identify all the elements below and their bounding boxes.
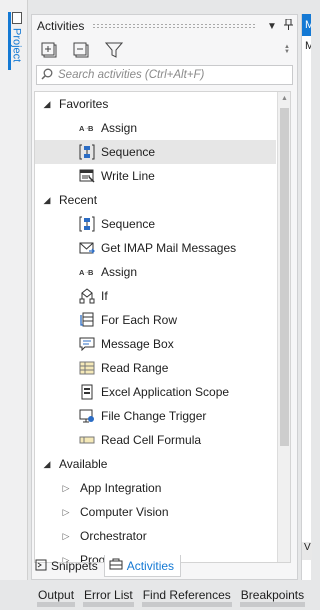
category-label: Favorites	[59, 97, 109, 111]
for-each-row-icon	[79, 312, 95, 328]
activity-sequence-recent[interactable]: Sequence	[35, 212, 290, 236]
category-label: Computer Vision	[80, 505, 169, 519]
activity-read-cell-formula[interactable]: Read Cell Formula	[35, 428, 290, 452]
activity-label: Read Range	[101, 361, 169, 375]
panel-tabs: Snippets Activities	[31, 555, 182, 577]
toolbar-overflow-icon[interactable]: ▲ ▼	[283, 44, 291, 56]
drag-grip[interactable]	[92, 23, 257, 29]
expanded-arrow-icon[interactable]: ◢	[42, 459, 52, 470]
activity-label: Read Cell Formula	[101, 433, 202, 447]
panel-titlebar: Activities ▼	[32, 15, 297, 37]
activity-label: Sequence	[101, 145, 156, 159]
activities-tree: ◢ Favorites A → B Assign Sequence Write Li…	[34, 91, 291, 563]
activity-write-line[interactable]: Write Line	[35, 164, 290, 188]
category-orchestrator[interactable]: ▷ Orchestrator	[35, 524, 290, 548]
activity-label: Assign	[101, 121, 138, 135]
category-label: Available	[59, 457, 108, 471]
tab-error-list[interactable]: Error List	[79, 583, 138, 607]
right-panel-footer[interactable]: V	[302, 542, 312, 560]
read-cell-formula-icon	[79, 432, 95, 448]
activity-sequence[interactable]: Sequence	[35, 140, 276, 164]
tab-label: Activities	[126, 558, 175, 573]
expanded-arrow-icon[interactable]: ◢	[42, 99, 52, 110]
panel-toolbar: ▲ ▼	[32, 37, 297, 63]
activities-panel: Activities ▼ ▲ ▼ Search activities (Ctrl+…	[31, 14, 298, 580]
message-box-icon	[79, 336, 95, 352]
activity-file-change-trigger[interactable]: File Change Trigger	[35, 404, 290, 428]
collapsed-arrow-icon[interactable]: ▷	[61, 507, 71, 518]
project-tab-label: Project	[10, 28, 23, 63]
tab-snippets[interactable]: Snippets	[31, 555, 104, 577]
tab-activities[interactable]: Activities	[103, 555, 182, 577]
search-placeholder: Search activities (Ctrl+Alt+F)	[58, 69, 205, 81]
category-available[interactable]: ◢ Available	[35, 452, 290, 476]
project-sidebar: Project	[0, 0, 28, 580]
assign-icon: A → B	[79, 120, 95, 136]
tab-output[interactable]: Output	[33, 583, 79, 607]
activity-if[interactable]: If	[35, 284, 290, 308]
svg-text:B: B	[88, 124, 94, 133]
excel-scope-icon	[79, 384, 95, 400]
activity-label: Message Box	[101, 337, 174, 351]
tab-label: Snippets	[51, 559, 98, 573]
category-recent[interactable]: ◢ Recent	[35, 188, 290, 212]
sequence-icon	[79, 216, 95, 232]
activity-assign-recent[interactable]: A → B Assign	[35, 260, 290, 284]
activity-label: Get IMAP Mail Messages	[101, 241, 237, 255]
activity-excel-application-scope[interactable]: Excel Application Scope	[35, 380, 290, 404]
activities-icon	[109, 558, 123, 573]
category-label: Orchestrator	[80, 529, 147, 543]
search-activities-input[interactable]: Search activities (Ctrl+Alt+F)	[36, 65, 293, 85]
panel-title: Activities	[37, 19, 85, 33]
if-icon	[79, 288, 95, 304]
bottom-tool-tabs: Output Error List Find References Breakp…	[0, 580, 311, 610]
write-line-icon	[79, 168, 95, 184]
pin-icon[interactable]	[281, 18, 295, 33]
expand-all-icon[interactable]	[40, 40, 60, 60]
file-change-trigger-icon	[79, 408, 95, 424]
category-app-integration[interactable]: ▷ App Integration	[35, 476, 290, 500]
filter-icon[interactable]	[104, 40, 124, 60]
scroll-thumb[interactable]	[280, 108, 289, 446]
right-panel-line: M	[305, 40, 311, 52]
activity-label: Write Line	[101, 169, 155, 183]
category-label: Recent	[59, 193, 98, 207]
collapsed-arrow-icon[interactable]: ▷	[61, 483, 71, 494]
expanded-arrow-icon[interactable]: ◢	[42, 195, 52, 206]
sequence-icon	[79, 144, 95, 160]
activity-label: For Each Row	[101, 313, 178, 327]
assign-icon: A → B	[79, 264, 95, 280]
activity-assign[interactable]: A → B Assign	[35, 116, 290, 140]
right-panel: M M V	[301, 14, 312, 580]
search-icon	[41, 68, 53, 83]
tab-find-references[interactable]: Find References	[138, 583, 236, 607]
activity-label: If	[101, 289, 108, 303]
collapse-all-icon[interactable]	[72, 40, 92, 60]
read-range-icon	[79, 360, 95, 376]
panel-menu-dropdown-icon[interactable]: ▼	[265, 21, 279, 32]
category-label: App Integration	[80, 481, 162, 495]
activity-label: Excel Application Scope	[101, 385, 230, 399]
activity-label: Assign	[101, 265, 138, 279]
activity-message-box[interactable]: Message Box	[35, 332, 290, 356]
activity-label: Sequence	[101, 217, 156, 231]
tree-scrollbar[interactable]: ▲	[277, 92, 290, 562]
project-doc-icon	[11, 12, 22, 24]
activity-label: File Change Trigger	[101, 409, 207, 423]
activity-read-range[interactable]: Read Range	[35, 356, 290, 380]
snippets-icon	[35, 559, 47, 574]
activity-for-each-row[interactable]: For Each Row	[35, 308, 290, 332]
category-computer-vision[interactable]: ▷ Computer Vision	[35, 500, 290, 524]
tab-breakpoints[interactable]: Breakpoints	[236, 583, 309, 607]
mail-icon	[79, 240, 95, 256]
scroll-up-icon[interactable]: ▲	[278, 92, 290, 106]
collapsed-arrow-icon[interactable]: ▷	[61, 531, 71, 542]
project-tab[interactable]: Project	[8, 12, 23, 70]
category-favorites[interactable]: ◢ Favorites	[35, 92, 290, 116]
right-panel-header[interactable]: M	[302, 14, 311, 36]
activity-get-imap-mail[interactable]: Get IMAP Mail Messages	[35, 236, 290, 260]
svg-text:B: B	[88, 268, 94, 277]
